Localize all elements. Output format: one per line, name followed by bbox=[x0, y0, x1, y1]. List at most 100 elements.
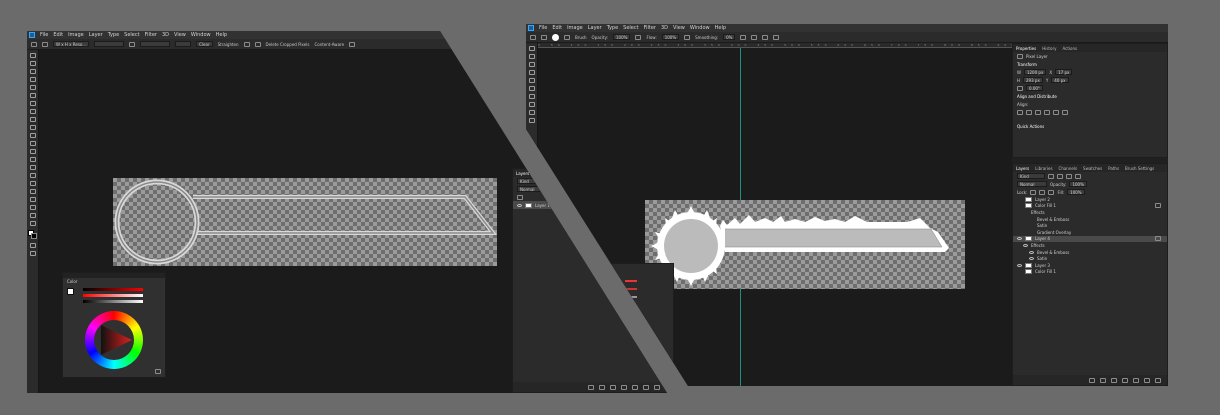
filter-shape-icon[interactable] bbox=[1075, 173, 1081, 179]
layer-row[interactable]: Bevel & Emboss bbox=[1013, 249, 1167, 256]
new-layer-icon[interactable] bbox=[643, 384, 649, 390]
layer-row[interactable]: Bevel & Emboss bbox=[1013, 216, 1167, 223]
crop-ratio-select[interactable]: W x H x Reso... bbox=[53, 41, 90, 47]
link-layers-icon[interactable] bbox=[588, 384, 594, 390]
type-tool-icon[interactable] bbox=[29, 181, 36, 186]
tab-libraries[interactable]: Libraries bbox=[1035, 166, 1052, 171]
screen-mode-icon[interactable] bbox=[29, 251, 36, 256]
settings-gear-icon[interactable] bbox=[254, 41, 261, 47]
lock-icon[interactable] bbox=[517, 194, 523, 200]
new-group-icon[interactable] bbox=[1133, 377, 1139, 383]
panel-slider-3[interactable] bbox=[625, 296, 637, 298]
swap-icon[interactable] bbox=[129, 41, 136, 47]
crop-tool-icon[interactable] bbox=[29, 85, 36, 90]
opacity-field[interactable]: 100% bbox=[613, 34, 631, 40]
layer-kind-filter[interactable]: Kind bbox=[517, 178, 545, 184]
layer-row[interactable]: Layer 3 bbox=[1013, 262, 1167, 269]
angle-field[interactable]: 0.00° bbox=[1026, 85, 1043, 91]
brush-preset-icon[interactable] bbox=[552, 33, 559, 41]
visibility-eye-icon[interactable] bbox=[1029, 250, 1034, 254]
align-bottom-icon[interactable] bbox=[1062, 109, 1068, 115]
brush-mode[interactable]: Brush bbox=[575, 35, 587, 40]
menu-edit[interactable]: Edit bbox=[552, 25, 562, 31]
lasso-tool-icon[interactable] bbox=[528, 62, 535, 67]
straighten-button[interactable]: Straighten bbox=[218, 42, 239, 47]
transform-section-title[interactable]: Transform bbox=[1013, 60, 1167, 68]
pressure-size-icon[interactable] bbox=[762, 34, 769, 40]
marquee-tool-icon[interactable] bbox=[29, 61, 36, 66]
menu-type[interactable]: Type bbox=[607, 25, 618, 31]
layer-row[interactable]: Layer 4 bbox=[1013, 235, 1167, 243]
crop-width-field[interactable] bbox=[94, 41, 125, 47]
frame-tool-icon[interactable] bbox=[29, 93, 36, 98]
smoothing-settings-icon[interactable] bbox=[740, 34, 747, 40]
menu-help[interactable]: Help bbox=[216, 32, 227, 38]
menu-3d[interactable]: 3D bbox=[661, 25, 668, 31]
more-tools-icon[interactable] bbox=[29, 221, 36, 226]
lock-all-icon[interactable] bbox=[1048, 189, 1055, 195]
lock-position-icon[interactable] bbox=[1039, 189, 1046, 195]
trash-icon[interactable] bbox=[1155, 377, 1161, 383]
panel-slider-2[interactable] bbox=[625, 288, 637, 290]
reset-icon[interactable] bbox=[349, 41, 356, 47]
brush-tool-icon[interactable] bbox=[29, 117, 36, 122]
tab-brush-settings[interactable]: Brush Settings bbox=[1125, 166, 1154, 171]
fill-field[interactable]: 100% bbox=[1067, 189, 1085, 195]
dodge-tool-icon[interactable] bbox=[29, 165, 36, 170]
move-tool-icon[interactable] bbox=[29, 53, 36, 58]
color-panel-fg-swatch[interactable] bbox=[67, 288, 74, 295]
brush-tool-icon[interactable] bbox=[541, 34, 547, 40]
layer-row[interactable]: Gradient Overlay bbox=[1013, 229, 1167, 236]
eyedropper-tool-icon[interactable] bbox=[29, 101, 36, 106]
adjustment-icon[interactable] bbox=[1122, 377, 1128, 383]
lasso-tool-icon[interactable] bbox=[29, 69, 36, 74]
menu-filter[interactable]: Filter bbox=[644, 25, 656, 31]
quick-actions-title[interactable]: Quick Actions bbox=[1013, 122, 1167, 130]
align-center-icon[interactable] bbox=[1026, 109, 1032, 115]
menu-file[interactable]: File bbox=[539, 25, 547, 31]
tab-channels[interactable]: Channels bbox=[1059, 166, 1078, 171]
content-aware-checkbox[interactable]: Content-Aware bbox=[314, 42, 344, 47]
align-right-icon[interactable] bbox=[1035, 109, 1041, 115]
align-top-icon[interactable] bbox=[1044, 109, 1050, 115]
flow-field[interactable]: 100% bbox=[661, 34, 680, 40]
smoothing-field[interactable]: 0% bbox=[723, 34, 736, 40]
pen-tool-icon[interactable] bbox=[29, 173, 36, 178]
tab-swatches[interactable]: Swatches bbox=[1083, 166, 1102, 171]
align-left-icon[interactable] bbox=[1017, 109, 1023, 115]
color-panel-tab[interactable]: Color bbox=[63, 278, 165, 285]
layer-row[interactable]: Effects bbox=[1013, 209, 1167, 216]
layers-tab[interactable]: Layers bbox=[516, 171, 529, 176]
add-mask-icon[interactable] bbox=[610, 384, 616, 390]
layer-row[interactable]: Satin bbox=[1013, 222, 1167, 229]
visibility-eye-icon[interactable] bbox=[517, 203, 522, 207]
healing-tool-icon[interactable] bbox=[528, 102, 535, 107]
brush-tool-icon[interactable] bbox=[528, 110, 535, 115]
blend-mode-select[interactable]: Normal bbox=[517, 186, 545, 192]
color-triangle[interactable] bbox=[85, 311, 143, 369]
color-panel-menu-icon[interactable] bbox=[155, 369, 161, 374]
pressure-opacity-icon[interactable] bbox=[635, 34, 642, 40]
layer-fx-icon[interactable] bbox=[1155, 203, 1161, 209]
grid-overlay-icon[interactable] bbox=[243, 41, 250, 47]
eyedropper-tool-icon[interactable] bbox=[528, 94, 535, 99]
magic-wand-tool-icon[interactable] bbox=[29, 77, 36, 82]
crop-height-field[interactable] bbox=[140, 41, 171, 47]
menu-view[interactable]: View bbox=[174, 32, 186, 38]
frame-tool-icon[interactable] bbox=[528, 86, 535, 91]
angle-icon[interactable] bbox=[751, 34, 758, 40]
airbrush-icon[interactable] bbox=[684, 34, 691, 40]
y-field[interactable]: 40 px bbox=[1051, 77, 1069, 83]
menu-image[interactable]: Image bbox=[567, 25, 583, 31]
layer-kind-filter[interactable]: Kind bbox=[1017, 173, 1045, 179]
resolution-field[interactable] bbox=[175, 41, 192, 47]
visibility-eye-icon[interactable] bbox=[1023, 243, 1028, 247]
menu-layer[interactable]: Layer bbox=[588, 25, 602, 31]
filter-adjustment-icon[interactable] bbox=[1057, 173, 1063, 179]
hand-tool-icon[interactable] bbox=[29, 205, 36, 210]
blend-mode-select[interactable]: Normal bbox=[1017, 181, 1047, 187]
shape-tool-icon[interactable] bbox=[29, 197, 36, 202]
layer-row[interactable]: Color Fill 1 bbox=[1013, 203, 1167, 210]
filter-pixel-icon[interactable] bbox=[1048, 173, 1054, 179]
quick-mask-icon[interactable] bbox=[29, 243, 36, 248]
